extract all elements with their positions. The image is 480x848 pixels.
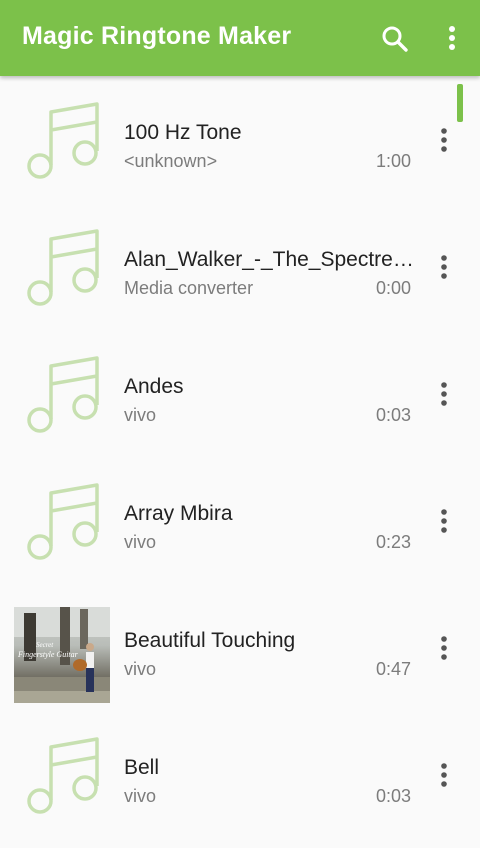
song-title: Andes bbox=[124, 375, 184, 398]
song-title: 100 Hz Tone bbox=[124, 121, 242, 144]
song-row[interactable]: Andes vivo 0:03 bbox=[0, 330, 480, 457]
app-bar: Magic Ringtone Maker bbox=[0, 0, 480, 76]
music-note-icon bbox=[27, 737, 99, 814]
song-options-button[interactable] bbox=[432, 507, 456, 537]
app-title: Magic Ringtone Maker bbox=[22, 22, 292, 50]
song-duration: 0:03 bbox=[375, 405, 411, 425]
song-duration: 1:00 bbox=[375, 151, 411, 171]
more-vert-icon bbox=[441, 509, 447, 533]
more-vert-icon bbox=[441, 255, 447, 279]
song-artist: vivo bbox=[124, 532, 157, 552]
song-thumbnail bbox=[14, 734, 110, 830]
song-title: Beautiful Touching bbox=[124, 629, 296, 652]
song-artist: vivo bbox=[124, 405, 157, 425]
song-artist: Media converter bbox=[124, 278, 254, 298]
search-icon bbox=[382, 26, 408, 52]
song-list: 100 Hz Tone <unknown> 1:00 Alan_Walker_-… bbox=[0, 76, 480, 848]
song-title: Array Mbira bbox=[124, 502, 233, 525]
song-options-button[interactable] bbox=[432, 761, 456, 791]
scrollbar[interactable] bbox=[457, 84, 463, 122]
song-artist: vivo bbox=[124, 659, 157, 679]
more-vert-icon bbox=[441, 382, 447, 406]
song-duration: 0:03 bbox=[375, 786, 411, 806]
song-row[interactable]: Alan_Walker_-_The_Spectre_h... Media con… bbox=[0, 203, 480, 330]
song-thumbnail bbox=[14, 353, 110, 449]
album-text-2: Fingerstyle Guitar bbox=[18, 650, 78, 659]
album-cover-image: Secret Fingerstyle Guitar bbox=[14, 607, 110, 703]
song-title: Bell bbox=[124, 756, 160, 779]
song-row[interactable]: Bell vivo 0:03 bbox=[0, 711, 480, 838]
song-options-button[interactable] bbox=[432, 634, 456, 664]
song-row[interactable]: Array Mbira vivo 0:23 bbox=[0, 457, 480, 584]
music-note-icon bbox=[27, 102, 99, 179]
song-duration: 0:00 bbox=[375, 278, 411, 298]
more-vert-icon bbox=[441, 763, 447, 787]
music-note-icon bbox=[27, 356, 99, 433]
song-options-button[interactable] bbox=[432, 126, 456, 156]
more-vert-icon bbox=[441, 636, 447, 660]
song-row[interactable]: Secret Fingerstyle Guitar Beautiful Touc… bbox=[0, 584, 480, 711]
overflow-menu-button[interactable] bbox=[440, 24, 464, 54]
song-duration: 0:47 bbox=[375, 659, 411, 679]
song-artist: vivo bbox=[124, 786, 157, 806]
song-options-button[interactable] bbox=[432, 253, 456, 283]
more-vert-icon bbox=[449, 26, 455, 50]
search-button[interactable] bbox=[380, 24, 410, 54]
song-options-button[interactable] bbox=[432, 380, 456, 410]
song-thumbnail bbox=[14, 226, 110, 322]
song-thumbnail bbox=[14, 480, 110, 576]
song-artist: <unknown> bbox=[124, 151, 218, 171]
album-art: Secret Fingerstyle Guitar bbox=[14, 607, 110, 703]
song-thumbnail bbox=[14, 99, 110, 195]
more-vert-icon bbox=[441, 128, 447, 152]
song-title: Alan_Walker_-_The_Spectre_h... bbox=[124, 248, 424, 271]
music-note-icon bbox=[27, 229, 99, 306]
music-note-icon bbox=[27, 483, 99, 560]
song-row[interactable]: 100 Hz Tone <unknown> 1:00 bbox=[0, 76, 480, 203]
song-duration: 0:23 bbox=[375, 532, 411, 552]
album-text-1: Secret bbox=[36, 641, 54, 649]
